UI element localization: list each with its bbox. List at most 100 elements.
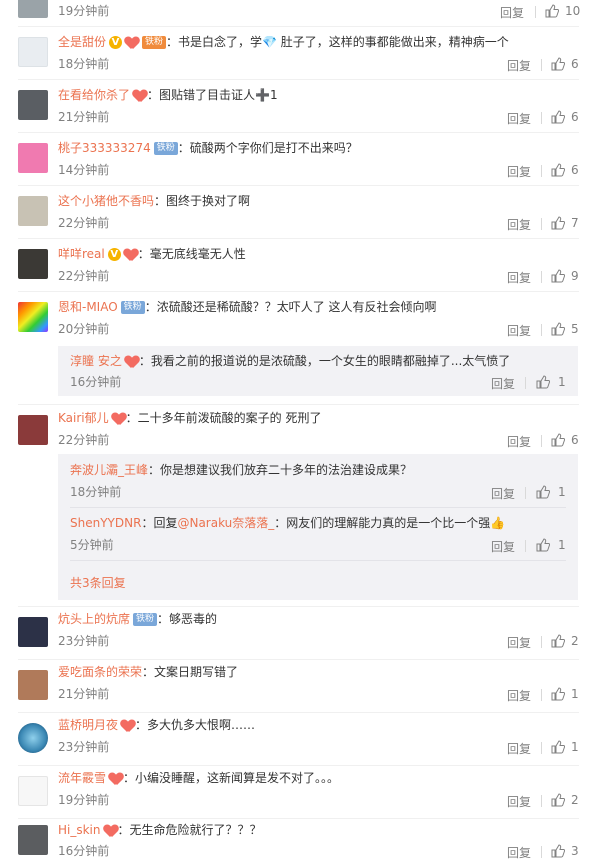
comment-item: 流年霰雪 ：小编没睡醒，这新闻算是发不对了。。。 19分钟前 回复 2 — [0, 765, 591, 818]
divider — [541, 165, 542, 177]
reply-button[interactable]: 回复 — [507, 793, 531, 810]
comment-item: Kairi郁儿 ：二十多年前泼硫酸的案子的 死刑了 22分钟前 回复 6 奔波儿灞… — [0, 404, 591, 606]
reply-button[interactable]: 回复 — [491, 375, 515, 392]
thumb-up-icon[interactable] — [536, 485, 550, 499]
avatar[interactable] — [18, 196, 48, 226]
avatar[interactable] — [18, 415, 48, 445]
sub-reply-panel: 淳瞳 安之 ：我看之前的报道说的是浓硫酸，一个女生的眼睛都融掉了...太气愤了 1… — [58, 346, 578, 396]
comment-item: 炕头上的炕席 铁粉 ：够恶毒的 23分钟前 回复 2 — [0, 606, 591, 659]
reply-button[interactable]: 回复 — [491, 485, 515, 502]
avatar[interactable] — [18, 670, 48, 700]
avatar[interactable] — [18, 0, 48, 18]
thumb-up-icon[interactable] — [551, 110, 565, 124]
sub-reply-item: ShenYYDNR：回复@Naraku奈落落_：网友们的理解能力真的是一个比一个… — [70, 516, 566, 555]
reply-button[interactable]: 回复 — [507, 216, 531, 233]
avatar[interactable] — [18, 302, 48, 332]
thumb-up-icon[interactable] — [551, 793, 565, 807]
fan-badge: 铁粉 — [142, 36, 167, 49]
username[interactable]: 咩咩real — [58, 247, 105, 261]
username[interactable]: 桃子333333274 — [58, 141, 151, 155]
username[interactable]: ShenYYDNR — [70, 516, 141, 530]
heart-badge-icon — [121, 720, 135, 732]
divider — [541, 324, 542, 336]
avatar[interactable] — [18, 249, 48, 279]
username[interactable]: 炕头上的炕席 — [58, 612, 130, 626]
avatar[interactable] — [18, 617, 48, 647]
username[interactable]: Hi_skin — [58, 823, 101, 837]
comment-text: 图贴错了目击证人➕1 — [159, 88, 278, 102]
comment-time: 22分钟前 — [58, 269, 110, 283]
like-count: 2 — [571, 634, 579, 648]
thumb-up-icon[interactable] — [551, 269, 565, 283]
verified-v-icon: V — [109, 36, 123, 49]
reply-button[interactable]: 回复 — [507, 57, 531, 74]
divider — [541, 435, 542, 447]
comment-time: 21分钟前 — [58, 687, 110, 701]
reply-button[interactable]: 回复 — [507, 844, 531, 861]
reply-button[interactable]: 回复 — [507, 163, 531, 180]
like-count: 5 — [571, 322, 579, 336]
heart-badge-icon — [133, 90, 147, 102]
comment-time: 14分钟前 — [58, 163, 110, 177]
avatar[interactable] — [18, 825, 48, 855]
like-count: 1 — [558, 485, 566, 499]
comment-time: 23分钟前 — [58, 634, 110, 648]
username[interactable]: 在看给你杀了 — [58, 88, 130, 102]
thumb-up-icon[interactable] — [536, 375, 550, 389]
username[interactable]: 蓝桥明月夜 — [58, 718, 118, 732]
thumb-up-icon[interactable] — [551, 844, 565, 858]
avatar[interactable] — [18, 143, 48, 173]
thumb-up-icon[interactable] — [551, 57, 565, 71]
comment-time: 23分钟前 — [58, 740, 110, 754]
username[interactable]: 爱吃面条的荣荣 — [58, 665, 142, 679]
mention-link[interactable]: @Naraku奈落落_ — [177, 516, 274, 530]
comment-time: 22分钟前 — [58, 216, 110, 230]
avatar[interactable] — [18, 90, 48, 120]
reply-button[interactable]: 回复 — [507, 110, 531, 127]
username[interactable]: 这个小猪他不香吗 — [58, 194, 154, 208]
sub-reply-time: 18分钟前 — [70, 485, 122, 499]
comment-text: 图终于换对了啊 — [166, 194, 251, 208]
reply-button[interactable]: 回复 — [507, 433, 531, 450]
reply-button[interactable]: 回复 — [507, 269, 531, 286]
reply-button[interactable]: 回复 — [500, 4, 524, 21]
thumb-up-icon[interactable] — [551, 433, 565, 447]
reply-button[interactable]: 回复 — [507, 740, 531, 757]
thumb-up-icon[interactable] — [536, 538, 550, 552]
username[interactable]: 恩和-MIAO — [58, 300, 118, 314]
comment-text: 二十多年前泼硫酸的案子的 死刑了 — [137, 411, 322, 425]
username[interactable]: 全是甜份 — [58, 35, 106, 49]
thumb-up-icon[interactable] — [551, 687, 565, 701]
username[interactable]: 淳瞳 安之 — [70, 354, 122, 368]
comment-item: 桃子333333274 铁粉 ：硫酸两个字你们是打不出来吗？ 14分钟前 回复 6 — [0, 132, 591, 185]
comment-item: 这个小猪他不香吗：图终于换对了啊 22分钟前 回复 7 — [0, 185, 591, 238]
heart-badge-icon — [104, 825, 118, 837]
more-replies-link[interactable]: 共3条回复 — [70, 574, 126, 591]
comment-item: 在看给你杀了 ：图贴错了目击证人➕1 21分钟前 回复 6 — [0, 79, 591, 132]
comment-item: 全是甜份 V 铁粉 ：书是白念了，学💎 肚子了，这样的事都能做出来，精神病一个 18分… — [0, 26, 591, 79]
comment-time: 20分钟前 — [58, 322, 110, 336]
comment-text: 无生命危险就行了？？？ — [129, 823, 262, 837]
divider — [541, 689, 542, 701]
reply-button[interactable]: 回复 — [507, 687, 531, 704]
username[interactable]: 奔波儿灞_王峰 — [70, 463, 148, 477]
thumb-up-icon[interactable] — [551, 740, 565, 754]
thumb-up-icon[interactable] — [551, 216, 565, 230]
avatar[interactable] — [18, 723, 48, 753]
username[interactable]: 流年霰雪 — [58, 771, 106, 785]
avatar[interactable] — [18, 37, 48, 67]
reply-button[interactable]: 回复 — [507, 322, 531, 339]
like-count: 2 — [571, 793, 579, 807]
thumb-up-icon[interactable] — [551, 634, 565, 648]
reply-button[interactable]: 回复 — [491, 538, 515, 555]
divider — [70, 560, 566, 561]
like-count: 1 — [558, 538, 566, 552]
divider — [541, 846, 542, 858]
username[interactable]: Kairi郁儿 — [58, 411, 109, 425]
thumb-up-icon[interactable] — [551, 163, 565, 177]
avatar[interactable] — [18, 776, 48, 806]
thumb-up-icon[interactable] — [545, 4, 559, 18]
thumb-up-icon[interactable] — [551, 322, 565, 336]
divider — [541, 795, 542, 807]
reply-button[interactable]: 回复 — [507, 634, 531, 651]
